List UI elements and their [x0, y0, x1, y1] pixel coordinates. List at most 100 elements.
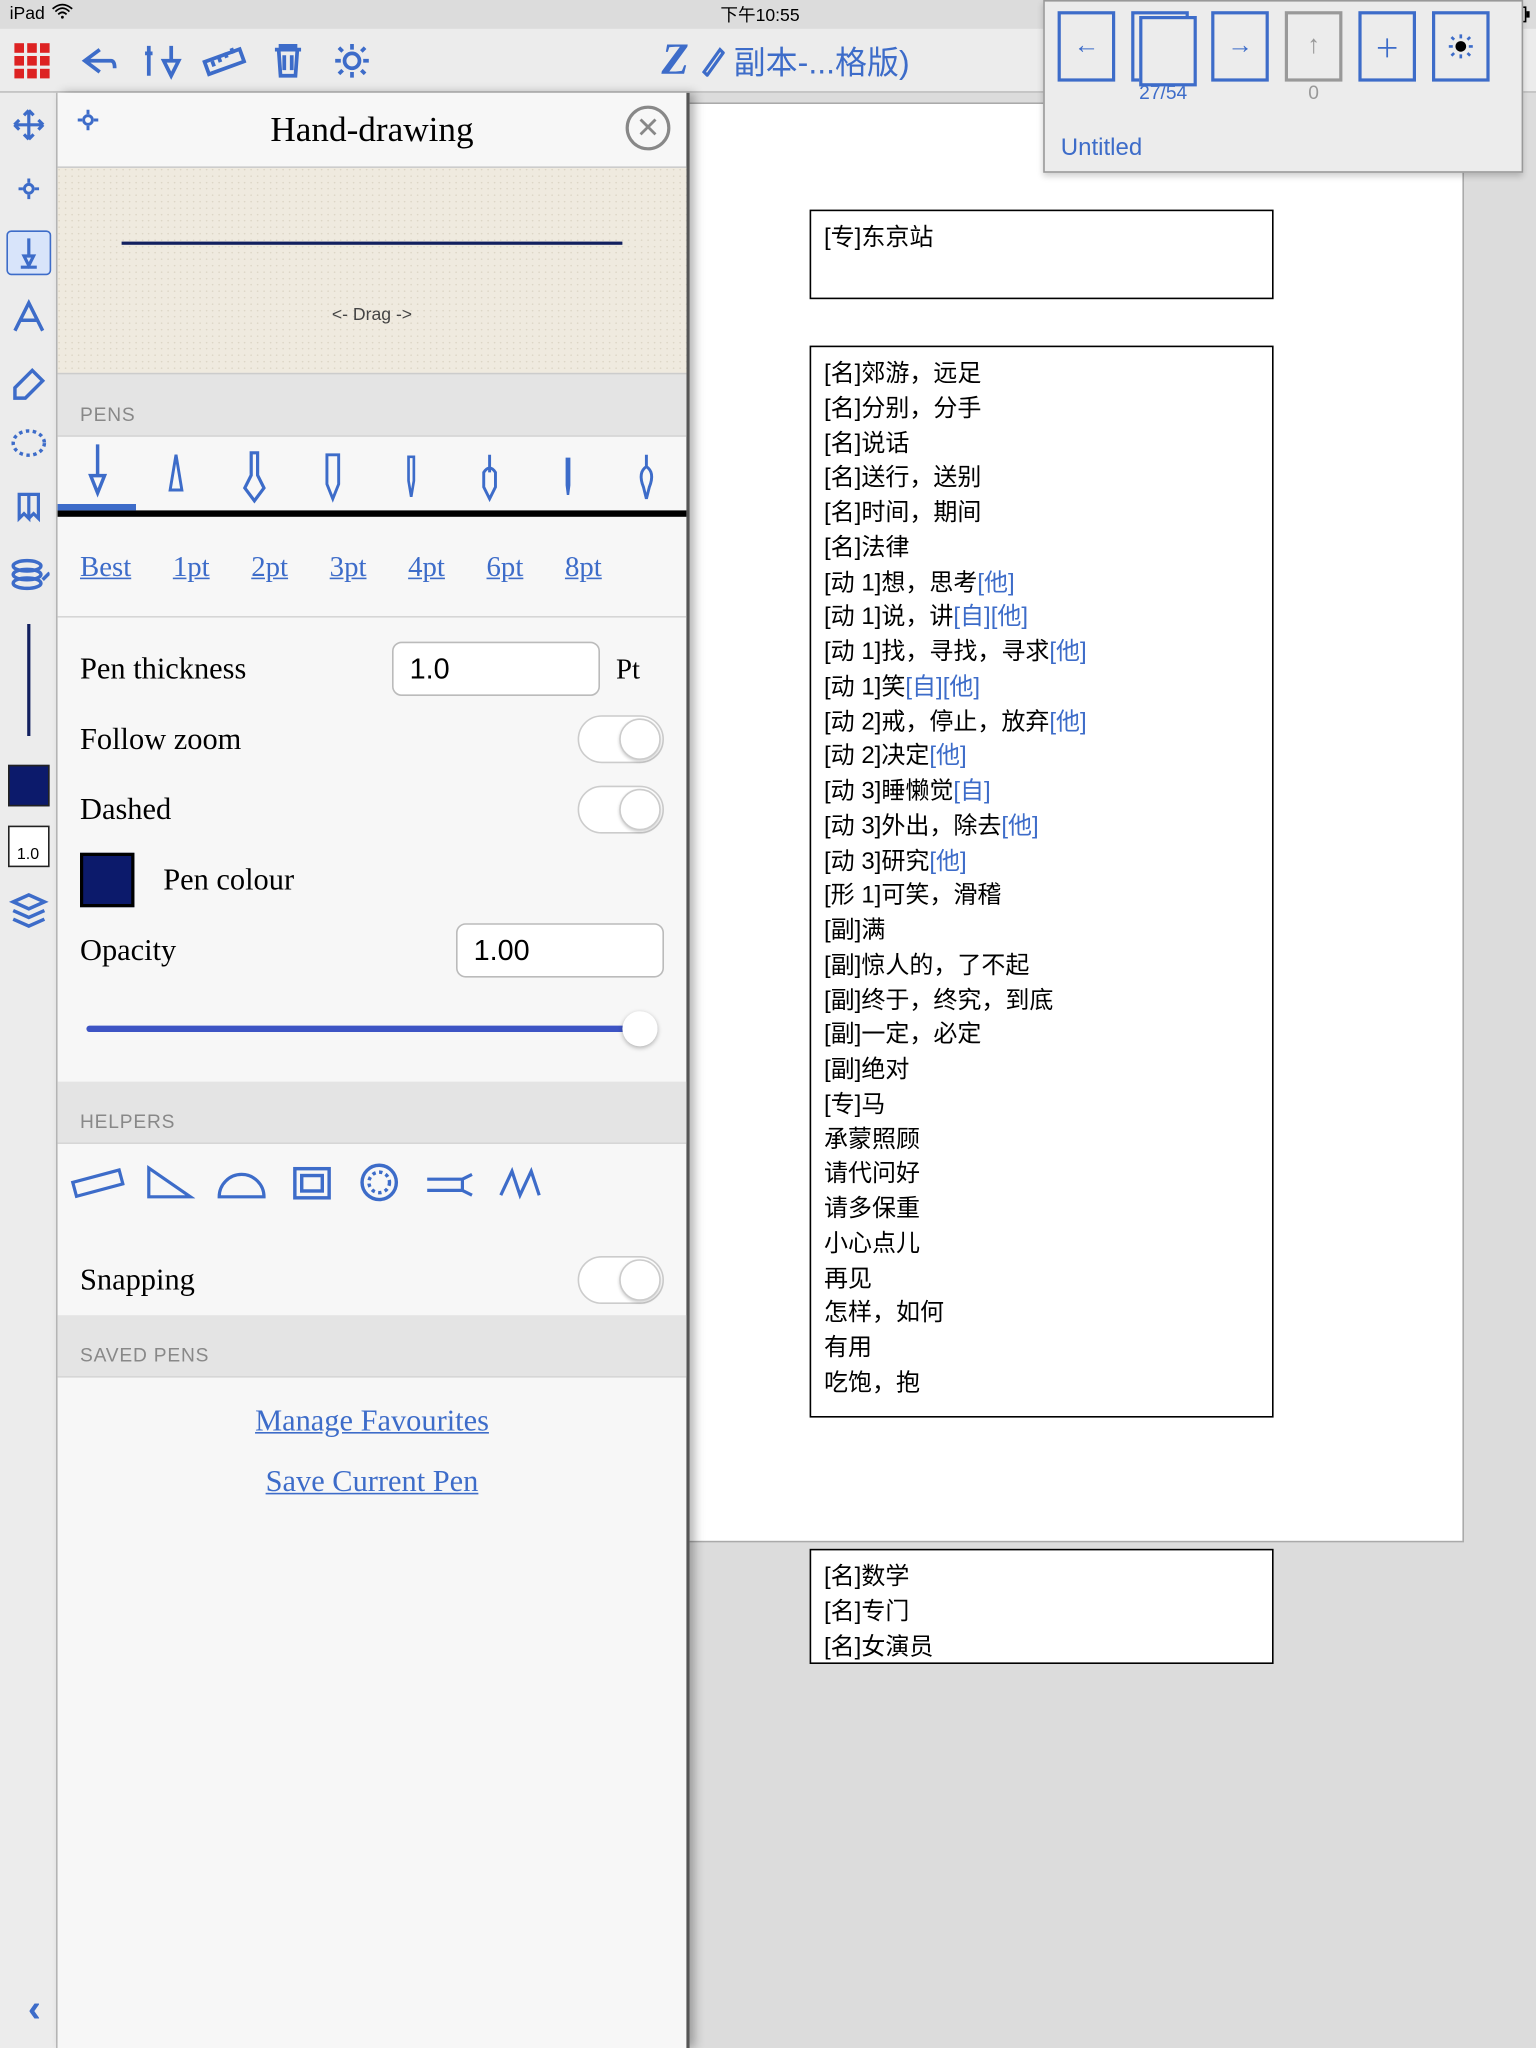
vocab-line: [名]时间，期间	[824, 496, 1259, 531]
text-tool-icon[interactable]	[6, 294, 51, 339]
follow-zoom-label: Follow zoom	[80, 724, 241, 754]
vocab-line: [副]惊人的，了不起	[824, 948, 1259, 983]
left-tool-rail: 1.0 ‹‹	[0, 93, 58, 2048]
manage-favourites-link[interactable]: Manage Favourites	[255, 1405, 489, 1439]
page-prev-icon[interactable]: ←	[1058, 11, 1116, 81]
vocab-line: [动 3]外出，除去[他]	[824, 809, 1259, 844]
page-next-icon[interactable]: →	[1211, 11, 1269, 81]
opacity-slider[interactable]	[86, 1005, 657, 1053]
vocab-line: [动 2]戒，停止，放弃[他]	[824, 705, 1259, 740]
page-export-icon[interactable]: ↑	[1285, 11, 1343, 81]
vocab-line: 请多保重	[824, 1192, 1259, 1227]
vocab-line: [副]绝对	[824, 1053, 1259, 1088]
stroke-preview-area[interactable]: <- Drag ->	[58, 166, 687, 374]
secondary-color-swatch[interactable]: 1.0	[7, 826, 49, 868]
gear-small-icon[interactable]	[6, 166, 51, 211]
pt-option-6pt[interactable]: 6pt	[487, 552, 524, 581]
vocab-line: 请代问好	[824, 1157, 1259, 1192]
vocab-line: [名]送行，送别	[824, 461, 1259, 496]
pen-pt-row: Best 1pt 2pt 3pt 4pt 6pt 8pt	[58, 517, 687, 618]
undo-icon[interactable]	[70, 34, 121, 85]
helper-ruler-icon[interactable]	[70, 1160, 124, 1213]
vocab-line: 再见	[824, 1262, 1259, 1297]
pen-type-1[interactable]	[58, 437, 137, 511]
settings-icon[interactable]	[326, 34, 377, 85]
vocab-line: [形 1]可笑，滑稽	[824, 879, 1259, 914]
page-add-icon[interactable]: ＋	[1358, 11, 1416, 81]
dashed-label: Dashed	[80, 794, 171, 824]
vocab-line: [副]终于，终究，到底	[824, 983, 1259, 1018]
helper-square-icon[interactable]	[288, 1160, 336, 1213]
pen-colour-swatch[interactable]	[80, 853, 134, 907]
section-helpers-label: HELPERS	[58, 1082, 687, 1144]
vocab-line: 承蒙照顾	[824, 1122, 1259, 1157]
pt-option-1pt[interactable]: 1pt	[173, 552, 210, 581]
pen-tool-icon[interactable]	[6, 230, 51, 275]
move-tool-icon[interactable]	[6, 102, 51, 147]
dashed-toggle[interactable]	[578, 786, 664, 834]
document-title[interactable]: 副本-...格版)	[734, 37, 910, 83]
vocab-line: [动 2]决定[他]	[824, 740, 1259, 775]
pen-type-7[interactable]	[529, 437, 608, 511]
vocab-line: [动 1]想，思考[他]	[824, 566, 1259, 601]
app-logo: Z	[662, 34, 689, 85]
pen-type-4[interactable]	[293, 437, 372, 511]
pen-type-2[interactable]	[136, 437, 215, 511]
save-current-pen-link[interactable]: Save Current Pen	[266, 1466, 479, 1500]
pen-type-3[interactable]	[215, 437, 294, 511]
tools-icon[interactable]	[134, 34, 185, 85]
snapping-toggle[interactable]	[578, 1256, 664, 1304]
opacity-label: Opacity	[80, 935, 176, 965]
helper-protractor-icon[interactable]	[214, 1160, 268, 1213]
vocab-line: [副]一定，必定	[824, 1018, 1259, 1053]
stroke-preview	[26, 624, 29, 736]
pt-option-4pt[interactable]: 4pt	[408, 552, 445, 581]
helper-zigzag-icon[interactable]	[496, 1160, 544, 1213]
eraser-tool-icon[interactable]	[6, 358, 51, 403]
pen-type-8[interactable]	[608, 437, 687, 511]
stack-tool-icon[interactable]	[6, 886, 51, 931]
trash-icon[interactable]	[262, 34, 313, 85]
helper-circle-icon[interactable]	[355, 1160, 403, 1213]
vocab-line: 吃饱，抱	[824, 1366, 1259, 1401]
ruler-icon[interactable]	[198, 34, 249, 85]
follow-zoom-toggle[interactable]	[578, 715, 664, 763]
section-saved-label: SAVED PENS	[58, 1315, 687, 1377]
vocab-line: 怎样，如何	[824, 1296, 1259, 1331]
pt-option-2pt[interactable]: 2pt	[251, 552, 288, 581]
vocab-line: [动 1]说，讲[自][他]	[824, 600, 1259, 635]
lasso-tool-icon[interactable]	[6, 422, 51, 467]
pen-type-5[interactable]	[372, 437, 451, 511]
vocab-line: [名]说话	[824, 426, 1259, 461]
vocab-line: 小心点儿	[824, 1227, 1259, 1262]
pen-colour-label: Pen colour	[163, 865, 294, 895]
clock: 下午10:55	[720, 2, 799, 28]
helper-tape-icon[interactable]	[422, 1160, 476, 1213]
thickness-input[interactable]	[392, 642, 600, 696]
section-pens-label: PENS	[58, 374, 687, 436]
vocab-line: [副]满	[824, 914, 1259, 949]
layers-tool-icon[interactable]	[6, 550, 51, 595]
helper-triangle-icon[interactable]	[144, 1160, 195, 1213]
page-settings-icon[interactable]	[1432, 11, 1490, 81]
doc-vocab-cell: [名]郊游，远足[名]分别，分手[名]说话[名]送行，送别[名]时间，期间[名]…	[810, 346, 1274, 1418]
bookmark-tool-icon[interactable]	[6, 486, 51, 531]
thickness-label: Pen thickness	[80, 654, 246, 684]
vocab-line: [名]法律	[824, 531, 1259, 566]
vocab-line: [名]分别，分手	[824, 392, 1259, 427]
vocab-line: [动 3]研究[他]	[824, 844, 1259, 879]
wifi-icon	[51, 4, 73, 26]
page-thumb-title: Untitled	[1061, 134, 1142, 161]
panel-settings-icon[interactable]	[70, 102, 105, 145]
pt-option-Best[interactable]: Best	[80, 552, 131, 581]
opacity-input[interactable]	[456, 923, 664, 977]
page-new-counter: 0	[1308, 82, 1319, 104]
app-menu-icon[interactable]	[6, 34, 57, 85]
pt-option-3pt[interactable]: 3pt	[330, 552, 367, 581]
helper-strip	[58, 1144, 687, 1229]
close-panel-button[interactable]: ✕	[626, 106, 671, 151]
pt-option-8pt[interactable]: 8pt	[565, 552, 602, 581]
pen-type-6[interactable]	[451, 437, 530, 511]
pencil-icon	[698, 44, 724, 76]
primary-color-swatch[interactable]	[7, 765, 49, 807]
